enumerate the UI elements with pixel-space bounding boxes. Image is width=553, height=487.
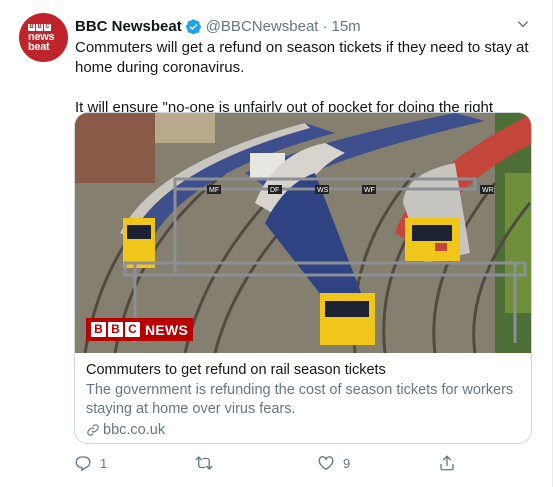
- avatar-word-news: news: [28, 30, 55, 43]
- tweet-actions: 1 9: [74, 452, 474, 474]
- tweet-paragraph: Commuters will get a refund on season ti…: [75, 39, 529, 76]
- display-name[interactable]: BBC Newsbeat: [75, 18, 182, 35]
- card-domain-text: bbc.co.uk: [103, 422, 166, 438]
- reply-count: 1: [100, 455, 108, 471]
- link-icon: [86, 423, 100, 437]
- retweet-button[interactable]: [195, 454, 221, 472]
- tweet-header: BBC Newsbeat @BBCNewsbeat · 15m: [75, 16, 361, 36]
- card-title[interactable]: Commuters to get refund on rail season t…: [86, 361, 520, 380]
- watermark-word: NEWS: [145, 321, 189, 338]
- link-card[interactable]: MF DF WS WF WR B B C NEWS Commuters to g…: [74, 112, 532, 444]
- verified-icon: [185, 18, 202, 35]
- card-image[interactable]: MF DF WS WF WR B B C NEWS: [75, 113, 531, 353]
- watermark-letter: C: [125, 322, 140, 337]
- watermark-letter: B: [91, 322, 106, 337]
- svg-text:DF: DF: [270, 187, 279, 194]
- retweet-icon: [195, 454, 213, 472]
- card-body[interactable]: Commuters to get refund on rail season t…: [75, 353, 531, 438]
- handle[interactable]: @BBCNewsbeat: [206, 18, 319, 35]
- like-count: 9: [343, 455, 351, 471]
- watermark-letter: B: [108, 322, 123, 337]
- avatar[interactable]: B B C news beat: [19, 13, 68, 62]
- trains-photo: MF DF WS WF WR: [75, 113, 531, 353]
- share-icon: [438, 454, 456, 472]
- svg-text:WF: WF: [364, 187, 375, 194]
- share-button[interactable]: [438, 454, 456, 472]
- avatar-bbc-logo: B B C: [28, 23, 51, 31]
- card-description: The government is refunding the cost of …: [86, 382, 514, 417]
- avatar-word-beat: beat: [28, 40, 50, 53]
- timestamp[interactable]: 15m: [331, 18, 360, 35]
- svg-text:WS: WS: [317, 187, 329, 194]
- like-icon: [317, 454, 335, 472]
- like-button[interactable]: 9: [317, 454, 350, 472]
- separator-dot: ·: [322, 17, 328, 35]
- tweet[interactable]: B B C news beat BBC Newsbeat @BBCNewsbea…: [0, 0, 553, 487]
- avatar-logo-letter: C: [44, 23, 51, 31]
- bbc-news-watermark: B B C NEWS: [86, 318, 194, 341]
- avatar-logo-letter: B: [36, 23, 43, 31]
- avatar-logo-letter: B: [28, 23, 35, 31]
- reply-button[interactable]: 1: [74, 454, 107, 472]
- svg-text:WR: WR: [482, 187, 494, 194]
- reply-icon: [74, 454, 92, 472]
- chevron-down-icon[interactable]: [514, 15, 532, 33]
- svg-text:MF: MF: [209, 187, 219, 194]
- card-domain[interactable]: bbc.co.uk: [86, 422, 520, 438]
